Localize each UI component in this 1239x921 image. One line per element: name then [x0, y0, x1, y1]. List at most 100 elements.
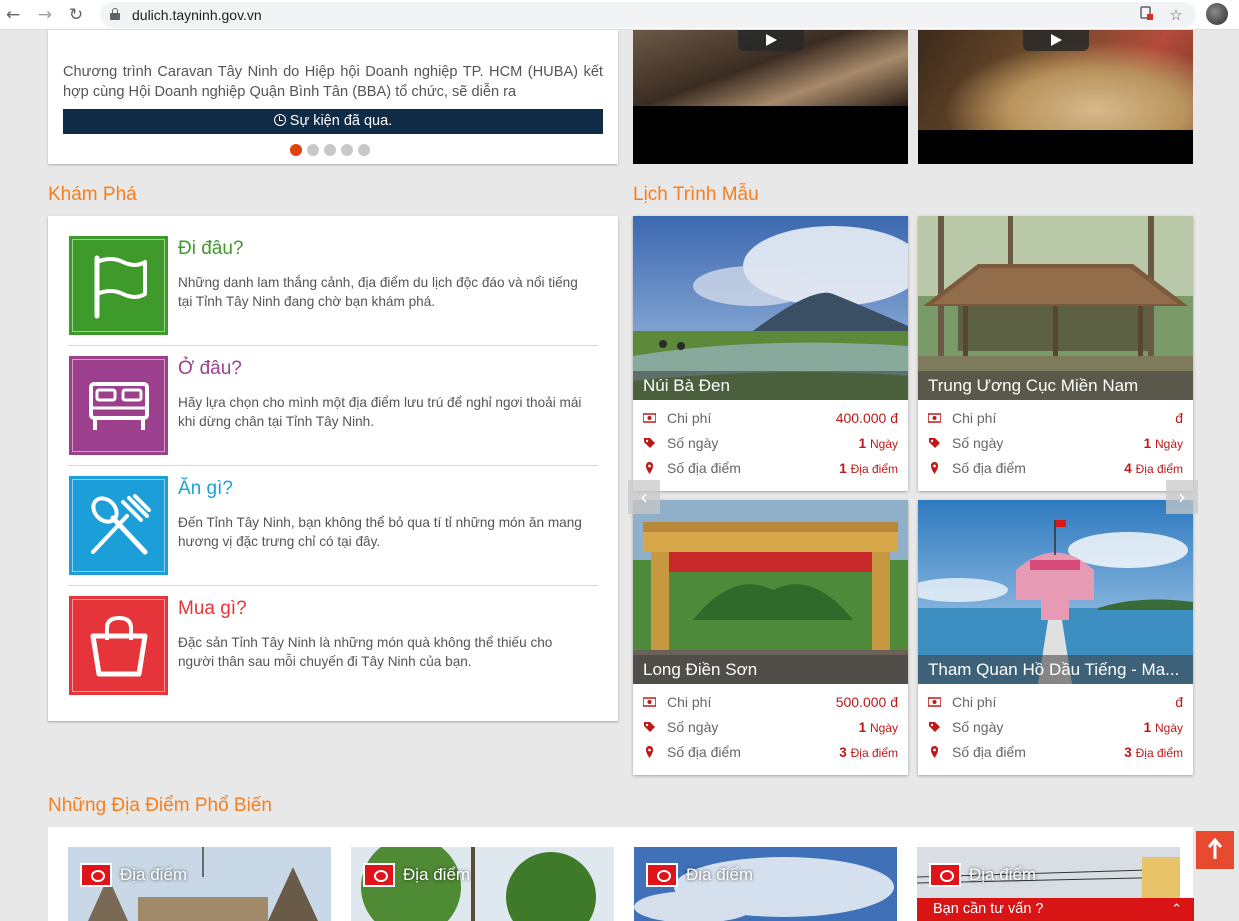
explore-item-desc: Hãy lựa chọn cho mình một địa điểm lưu t…	[178, 395, 582, 429]
tour-cost-row: Chi phí đ	[926, 692, 1185, 712]
explore-item-where-to-go[interactable]: Đi đâu? Những danh lam thắng cảnh, địa đ…	[68, 216, 598, 336]
event-card[interactable]: Chương trình Caravan Tây Ninh do Hiệp hộ…	[48, 30, 618, 164]
place-card[interactable]: Địa điểm	[68, 847, 331, 921]
tour-days-row: Số ngày 1 Ngày	[641, 717, 900, 737]
blocked-popup-icon[interactable]	[1136, 5, 1156, 25]
camera-icon	[363, 863, 395, 887]
days-label: Số ngày	[952, 719, 1004, 735]
place-tag-label: Địa điểm	[969, 865, 1037, 884]
explore-item-what-to-eat[interactable]: Ăn gì? Đến Tỉnh Tây Ninh, bạn không thể …	[68, 456, 598, 576]
tag-icon	[929, 722, 940, 732]
explore-item-desc: Đặc sản Tỉnh Tây Ninh là những món quà k…	[178, 635, 553, 669]
days-label: Số ngày	[952, 435, 1004, 451]
cost-label: Chi phí	[667, 410, 712, 426]
place-tag-label: Địa điểm	[120, 865, 188, 884]
explore-item-title[interactable]: Ở đâu?	[178, 358, 242, 380]
tour-places-row: Số địa điểm 3 Địa điểm	[926, 742, 1185, 762]
days-unit: Ngày	[869, 437, 898, 451]
consult-chat-bar[interactable]: Bạn cần tư vấn ? ⌃	[917, 898, 1194, 921]
explore-item-title[interactable]: Đi đâu?	[178, 238, 244, 260]
tour-card[interactable]: Tham Quan Hồ Dầu Tiếng - Ma... Chi phí đ…	[918, 500, 1193, 775]
itinerary-section-title: Lịch Trình Mẫu	[633, 184, 759, 205]
event-description: Chương trình Caravan Tây Ninh do Hiệp hộ…	[63, 64, 603, 100]
video-player[interactable]	[918, 30, 1193, 164]
url-text[interactable]: dulich.tayninh.gov.vn	[132, 7, 262, 23]
shopping-bag-icon[interactable]	[69, 596, 168, 695]
play-icon[interactable]	[738, 30, 804, 51]
places-unit: Địa điểm	[850, 462, 898, 476]
slide-dot[interactable]	[341, 144, 353, 156]
tour-cost-row: Chi phí 400.000 đ	[641, 408, 900, 428]
forward-icon[interactable]: →	[34, 4, 56, 26]
tour-card[interactable]: Trung Ương Cục Miền Nam Chi phí đ Số ngà…	[918, 216, 1193, 491]
slide-indicators	[290, 144, 370, 156]
tour-card[interactable]: Long Điền Sơn Chi phí 500.000 đ Số ngày …	[633, 500, 908, 775]
arrow-up-icon	[1207, 837, 1223, 859]
places-unit: Địa điểm	[1135, 462, 1183, 476]
days-value: 1	[858, 436, 867, 451]
tour-days-row: Số ngày 1 Ngày	[926, 717, 1185, 737]
slide-dot[interactable]	[358, 144, 370, 156]
carousel-prev-button[interactable]: ‹	[628, 480, 660, 514]
cost-label: Chi phí	[952, 694, 997, 710]
explore-section-title: Khám Phá	[48, 184, 137, 205]
tour-photo[interactable]: Long Điền Sơn	[633, 500, 908, 684]
tour-title[interactable]: Trung Ương Cục Miền Nam	[918, 371, 1193, 400]
place-card[interactable]: Địa điểm	[634, 847, 897, 921]
slide-dot[interactable]	[324, 144, 336, 156]
play-icon[interactable]	[1023, 30, 1089, 51]
days-unit: Ngày	[869, 721, 898, 735]
explore-item-where-to-stay[interactable]: Ở đâu? Hãy lựa chọn cho mình một địa điể…	[68, 336, 598, 456]
bookmark-star-icon[interactable]: ☆	[1166, 5, 1186, 25]
flag-icon[interactable]	[69, 236, 168, 335]
places-unit: Địa điểm	[850, 746, 898, 760]
tour-cost-row: Chi phí đ	[926, 408, 1185, 428]
explore-item-title[interactable]: Mua gì?	[178, 598, 247, 620]
tour-card[interactable]: Núi Bà Đen Chi phí 400.000 đ Số ngày 1 N…	[633, 216, 908, 491]
explore-item-what-to-buy[interactable]: Mua gì? Đặc sản Tỉnh Tây Ninh là những m…	[68, 576, 598, 696]
explore-card: Đi đâu? Những danh lam thắng cảnh, địa đ…	[48, 216, 618, 721]
tour-photo[interactable]: Núi Bà Đen	[633, 216, 908, 400]
lock-icon[interactable]	[110, 8, 120, 20]
currency-symbol: đ	[1175, 410, 1183, 426]
tour-places-row: Số địa điểm 1 Địa điểm	[641, 458, 900, 478]
back-icon[interactable]: ←	[2, 4, 24, 26]
utensils-icon[interactable]	[69, 476, 168, 575]
slide-dot[interactable]	[290, 144, 302, 156]
places-label: Số địa điểm	[952, 744, 1026, 760]
places-label: Số địa điểm	[667, 460, 741, 476]
chevron-up-icon[interactable]: ⌃	[1171, 898, 1182, 921]
cost-value: 500.000	[835, 694, 887, 710]
days-value: 1	[1143, 720, 1152, 735]
place-card[interactable]: Địa điểm	[351, 847, 614, 921]
currency-symbol: đ	[890, 694, 898, 710]
tour-title[interactable]: Núi Bà Đen	[633, 371, 908, 400]
tag-icon	[644, 722, 655, 732]
slide-dot[interactable]	[307, 144, 319, 156]
place-tag: Địa điểm	[646, 863, 753, 887]
camera-icon	[646, 863, 678, 887]
days-label: Số ngày	[667, 435, 719, 451]
tag-icon	[644, 438, 655, 448]
scroll-to-top-button[interactable]	[1196, 831, 1234, 869]
cost-label: Chi phí	[952, 410, 997, 426]
tour-photo[interactable]: Trung Ương Cục Miền Nam	[918, 216, 1193, 400]
tour-title[interactable]: Tham Quan Hồ Dầu Tiếng - Ma...	[918, 655, 1193, 684]
carousel-next-button[interactable]: ›	[1166, 480, 1198, 514]
consult-label: Bạn cần tư vấn ?	[933, 901, 1044, 917]
tag-icon	[929, 438, 940, 448]
currency-symbol: đ	[1175, 694, 1183, 710]
address-bar[interactable]: dulich.tayninh.gov.vn ☆	[100, 2, 1196, 28]
tour-days-row: Số ngày 1 Ngày	[926, 433, 1185, 453]
explore-item-title[interactable]: Ăn gì?	[178, 478, 233, 500]
camera-icon	[929, 863, 961, 887]
tour-photo[interactable]: Tham Quan Hồ Dầu Tiếng - Ma...	[918, 500, 1193, 684]
tour-title[interactable]: Long Điền Sơn	[633, 655, 908, 684]
profile-avatar[interactable]	[1206, 3, 1228, 25]
popular-section-title: Những Địa Điểm Phổ Biến	[48, 795, 272, 816]
bed-icon[interactable]	[69, 356, 168, 455]
reload-icon[interactable]: ↻	[65, 4, 87, 26]
video-player[interactable]	[633, 30, 908, 164]
camera-icon	[80, 863, 112, 887]
place-tag: Địa điểm	[929, 863, 1036, 887]
